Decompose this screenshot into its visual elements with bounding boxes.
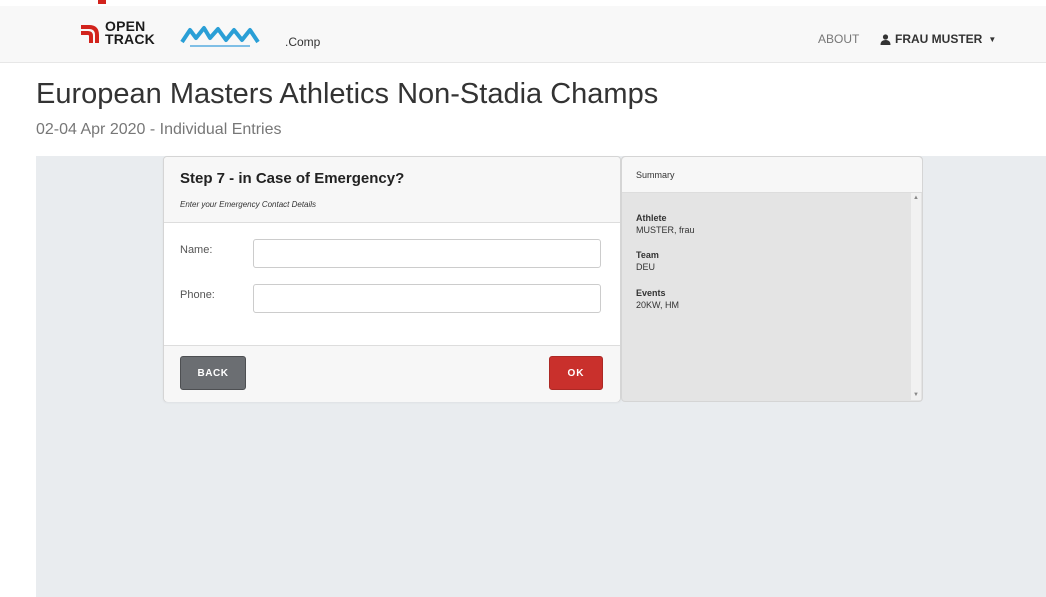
brand-suffix: .Comp <box>285 35 321 49</box>
ok-button[interactable]: OK <box>549 356 603 390</box>
step-title: Step 7 - in Case of Emergency? <box>180 170 405 187</box>
emergency-contact-panel: Step 7 - in Case of Emergency? Enter you… <box>163 156 621 402</box>
logo-line-2: TRACK <box>105 31 155 47</box>
events-label: Events <box>636 288 666 298</box>
scroll-up-icon[interactable]: ▲ <box>913 195 919 201</box>
team-label: Team <box>636 250 659 260</box>
athlete-value: MUSTER, frau <box>636 225 695 235</box>
page-title: European Masters Athletics Non-Stadia Ch… <box>36 78 659 110</box>
scroll-down-icon[interactable]: ▼ <box>913 392 919 398</box>
team-value: DEU <box>636 262 656 272</box>
nav-about-link[interactable]: ABOUT <box>818 32 859 46</box>
user-name: FRAU MUSTER <box>895 32 983 46</box>
opentrack-wordmark: OPEN TRACK <box>105 19 155 47</box>
emam-logo <box>180 26 260 47</box>
user-menu[interactable]: FRAU MUSTER ▼ <box>880 32 996 46</box>
phone-input[interactable] <box>253 284 601 313</box>
events-value: 20KW, HM <box>636 300 680 310</box>
summary-athlete: Athlete MUSTER, frau <box>636 213 695 235</box>
summary-title: Summary <box>636 170 675 180</box>
navbar: OPEN TRACK .Comp ABOUT FRAU MUSTER ▼ <box>0 6 1046 63</box>
step-instructions: Enter your Emergency Contact Details <box>180 200 317 209</box>
opentrack-logo[interactable]: OPEN TRACK <box>80 19 155 47</box>
summary-events: Events 20KW, HM <box>636 288 679 310</box>
summary-team: Team DEU <box>636 250 659 272</box>
athlete-label: Athlete <box>636 213 667 223</box>
back-button[interactable]: BACK <box>180 356 246 390</box>
summary-panel: Summary Athlete MUSTER, frau Team DEU Ev… <box>621 156 923 402</box>
user-icon <box>880 33 891 45</box>
accent-mark <box>98 0 106 4</box>
phone-label: Phone: <box>180 289 215 301</box>
step-header <box>164 157 620 223</box>
opentrack-icon <box>81 25 99 43</box>
chevron-down-icon: ▼ <box>988 34 997 44</box>
page-subtitle: 02-04 Apr 2020 - Individual Entries <box>36 121 282 138</box>
summary-scrollbar[interactable]: ▲ ▼ <box>911 193 921 400</box>
name-input[interactable] <box>253 239 601 268</box>
step-footer: BACK OK <box>164 345 620 402</box>
name-label: Name: <box>180 244 213 256</box>
